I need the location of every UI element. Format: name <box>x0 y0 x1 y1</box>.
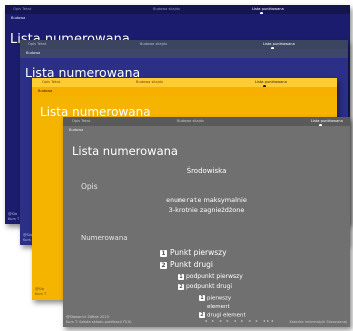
opis-text-1: maksymalnie <box>201 196 247 204</box>
list-number-badge: 1 <box>178 273 184 280</box>
beamer-navigation-symbols[interactable]: ◂ ▸ ◂ ▸ ◂ ▸ ◂ ▸ ◂▸◂ <box>205 318 275 323</box>
nav-item-budowa[interactable]: Budowa sliajdu <box>140 40 167 49</box>
slide-header-nav: Opis Tekst Budowa sliajdu Lista punktowa… <box>20 40 348 50</box>
section-heading: Środowiska <box>186 167 227 175</box>
list-number-badge: 1 <box>199 295 205 301</box>
subsublist-item: 1 pierwszy <box>199 295 231 302</box>
slide-header-nav: Opis Tekst Budowa sliajdu Lista punktowa… <box>32 78 337 88</box>
nav-item-lista[interactable]: Lista punktowana <box>311 117 343 127</box>
nav-item-opis[interactable]: Opis Tekst <box>72 117 90 126</box>
slide-header-nav: Opis Tekst Budowa sliajdu Lista punktowa… <box>5 5 350 15</box>
footer-course: Kurs T <box>35 292 47 296</box>
nav-item-lista[interactable]: Lista punktowana <box>252 5 284 15</box>
list-item-text: Punkt drugi <box>170 260 214 269</box>
nav-item-budowa[interactable]: Budowa sliajdu <box>136 78 163 87</box>
nav-item-budowa[interactable]: Budowa sliajdu <box>177 117 204 126</box>
sublist-item-text: podpunkt pierwszy <box>186 273 243 280</box>
slide-subtitle: Budowa <box>5 14 350 23</box>
opis-text: enumerate maksymalnie <box>63 196 350 204</box>
footer-course: Kurs T: Szkoła składu publikacji fT(X) <box>66 320 132 324</box>
nav-item-budowa[interactable]: Budowa sliajdu <box>153 5 180 14</box>
list-number-badge: 1 <box>160 249 167 257</box>
footer-course: Kurs T <box>8 217 20 221</box>
slide-footer: @Sławomir Żółtak 2015 Kurs T: Szkoła skł… <box>63 315 132 325</box>
list-item-text: Punkt pierwszy <box>170 248 227 257</box>
sublist-item-text: podpunkt drugi <box>186 283 232 290</box>
slide-footer: @Sla Kurs T <box>5 212 19 222</box>
slide-subtitle: Budowa <box>20 49 348 58</box>
numerowana-label: Numerowana <box>81 234 128 242</box>
slide-header-nav: Opis Tekst Budowa sliajdu Lista punktowa… <box>63 117 350 127</box>
code-enumerate: enumerate <box>166 196 202 204</box>
slide-subtitle: Budowa <box>63 126 350 135</box>
nav-item-lista[interactable]: Lista punktowana <box>255 78 287 88</box>
footer-institution: Katedra Informatyki Stosowanej <box>289 320 347 324</box>
slide-subtitle: Budowa <box>32 87 337 96</box>
list-number-badge: 2 <box>160 261 167 269</box>
list-number-badge: 2 <box>178 283 184 290</box>
sublist-item: 1 podpunkt pierwszy <box>178 273 243 280</box>
list-item: 2 Punkt drugi <box>160 260 213 269</box>
subsublist-item-text-cont: element <box>207 304 230 310</box>
nav-item-opis[interactable]: Opis Tekst <box>42 78 60 87</box>
opis-text-2: 3-krotnie zagnieżdżone <box>168 206 245 214</box>
nav-item-opis[interactable]: Opis Tekst <box>13 5 31 14</box>
slide-title: Lista numerowana <box>72 144 178 158</box>
nav-item-opis[interactable]: Opis Tekst <box>28 40 46 49</box>
subsublist-item-text: pierwszy <box>207 295 232 302</box>
slide-4: Opis Tekst Budowa sliajdu Lista punktowa… <box>63 117 350 327</box>
slide-footer: @Sla Kurs T <box>32 287 46 297</box>
nav-item-lista[interactable]: Lista punktowana <box>263 40 295 50</box>
sublist-item: 2 podpunkt drugi <box>178 283 232 290</box>
list-item: 1 Punkt pierwszy <box>160 248 227 257</box>
opis-label: Opis <box>81 182 98 191</box>
